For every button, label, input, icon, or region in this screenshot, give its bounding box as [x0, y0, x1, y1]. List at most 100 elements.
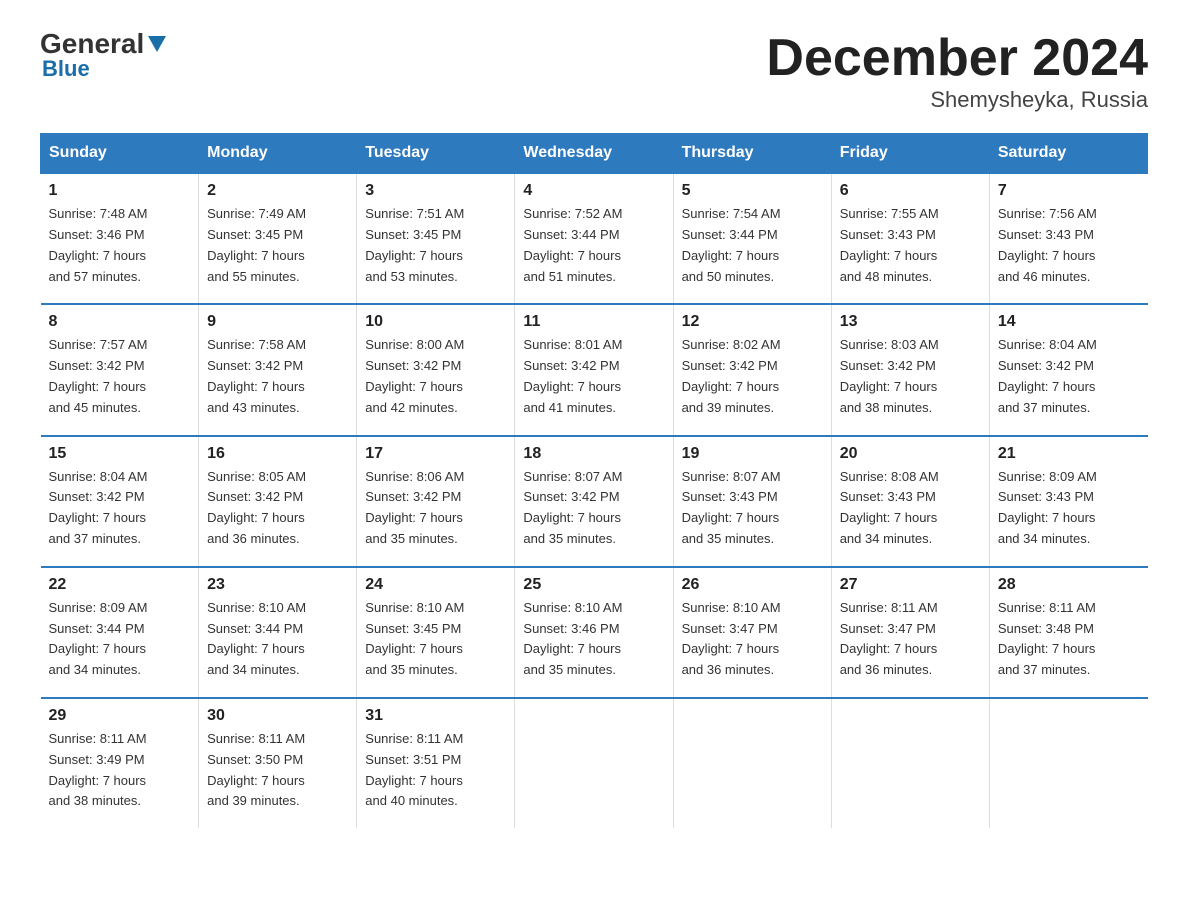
- table-row: 14 Sunrise: 8:04 AMSunset: 3:42 PMDayligh…: [989, 304, 1147, 435]
- table-row: 1 Sunrise: 7:48 AMSunset: 3:46 PMDaylight…: [41, 173, 199, 304]
- day-number: 31: [365, 707, 506, 725]
- table-row: 26Sunrise: 8:10 AMSunset: 3:47 PMDayligh…: [673, 567, 831, 698]
- table-row: 20 Sunrise: 8:08 AMSunset: 3:43 PMDayligh…: [831, 436, 989, 567]
- day-number: 5: [682, 182, 823, 200]
- day-info: Sunrise: 8:05 AMSunset: 3:42 PMDaylight:…: [207, 467, 348, 550]
- table-row: 21Sunrise: 8:09 AMSunset: 3:43 PMDayligh…: [989, 436, 1147, 567]
- day-number: 1: [49, 182, 191, 200]
- title-block: December 2024 Shemysheyka, Russia: [766, 30, 1148, 113]
- day-number: 3: [365, 182, 506, 200]
- day-info: Sunrise: 8:07 AMSunset: 3:42 PMDaylight:…: [523, 467, 664, 550]
- col-friday: Friday: [831, 134, 989, 174]
- day-info: Sunrise: 8:00 AMSunset: 3:42 PMDaylight:…: [365, 335, 506, 418]
- col-saturday: Saturday: [989, 134, 1147, 174]
- day-number: 17: [365, 445, 506, 463]
- logo: General Blue: [40, 30, 168, 82]
- day-info: Sunrise: 8:10 AMSunset: 3:44 PMDaylight:…: [207, 598, 348, 681]
- day-number: 28: [998, 576, 1140, 594]
- day-number: 27: [840, 576, 981, 594]
- day-info: Sunrise: 8:03 AMSunset: 3:42 PMDaylight:…: [840, 335, 981, 418]
- day-number: 13: [840, 313, 981, 331]
- table-row: 8 Sunrise: 7:57 AMSunset: 3:42 PMDaylight…: [41, 304, 199, 435]
- table-row: 17 Sunrise: 8:06 AMSunset: 3:42 PMDayligh…: [357, 436, 515, 567]
- table-row: 28Sunrise: 8:11 AMSunset: 3:48 PMDayligh…: [989, 567, 1147, 698]
- day-number: 16: [207, 445, 348, 463]
- day-number: 22: [49, 576, 191, 594]
- day-number: 14: [998, 313, 1140, 331]
- table-row: 3 Sunrise: 7:51 AMSunset: 3:45 PMDaylight…: [357, 173, 515, 304]
- day-info: Sunrise: 8:11 AMSunset: 3:50 PMDaylight:…: [207, 729, 348, 812]
- day-info: Sunrise: 8:02 AMSunset: 3:42 PMDaylight:…: [682, 335, 823, 418]
- day-info: Sunrise: 7:54 AMSunset: 3:44 PMDaylight:…: [682, 204, 823, 287]
- day-info: Sunrise: 8:06 AMSunset: 3:42 PMDaylight:…: [365, 467, 506, 550]
- day-number: 9: [207, 313, 348, 331]
- day-info: Sunrise: 8:07 AMSunset: 3:43 PMDaylight:…: [682, 467, 823, 550]
- calendar-week-row: 29 Sunrise: 8:11 AMSunset: 3:49 PMDayligh…: [41, 698, 1148, 828]
- table-row: 6Sunrise: 7:55 AMSunset: 3:43 PMDaylight…: [831, 173, 989, 304]
- table-row: 15Sunrise: 8:04 AMSunset: 3:42 PMDayligh…: [41, 436, 199, 567]
- logo-arrow-icon: [146, 34, 168, 56]
- calendar-header-row: Sunday Monday Tuesday Wednesday Thursday…: [41, 134, 1148, 174]
- table-row: 7Sunrise: 7:56 AMSunset: 3:43 PMDaylight…: [989, 173, 1147, 304]
- table-row: 12 Sunrise: 8:02 AMSunset: 3:42 PMDayligh…: [673, 304, 831, 435]
- day-info: Sunrise: 8:10 AMSunset: 3:45 PMDaylight:…: [365, 598, 506, 681]
- table-row: 11Sunrise: 8:01 AMSunset: 3:42 PMDayligh…: [515, 304, 673, 435]
- table-row: 31 Sunrise: 8:11 AMSunset: 3:51 PMDayligh…: [357, 698, 515, 828]
- day-info: Sunrise: 8:08 AMSunset: 3:43 PMDaylight:…: [840, 467, 981, 550]
- table-row: 18 Sunrise: 8:07 AMSunset: 3:42 PMDayligh…: [515, 436, 673, 567]
- day-number: 23: [207, 576, 348, 594]
- table-row: 19 Sunrise: 8:07 AMSunset: 3:43 PMDayligh…: [673, 436, 831, 567]
- day-number: 12: [682, 313, 823, 331]
- day-number: 10: [365, 313, 506, 331]
- table-row: 29 Sunrise: 8:11 AMSunset: 3:49 PMDayligh…: [41, 698, 199, 828]
- day-info: Sunrise: 8:04 AMSunset: 3:42 PMDaylight:…: [49, 467, 191, 550]
- col-wednesday: Wednesday: [515, 134, 673, 174]
- day-info: Sunrise: 7:48 AMSunset: 3:46 PMDaylight:…: [49, 204, 191, 287]
- table-row: 13 Sunrise: 8:03 AMSunset: 3:42 PMDayligh…: [831, 304, 989, 435]
- day-info: Sunrise: 7:51 AMSunset: 3:45 PMDaylight:…: [365, 204, 506, 287]
- day-info: Sunrise: 8:11 AMSunset: 3:49 PMDaylight:…: [49, 729, 191, 812]
- table-row: 10 Sunrise: 8:00 AMSunset: 3:42 PMDayligh…: [357, 304, 515, 435]
- day-number: 20: [840, 445, 981, 463]
- day-number: 25: [523, 576, 664, 594]
- calendar-table: Sunday Monday Tuesday Wednesday Thursday…: [40, 133, 1148, 828]
- col-thursday: Thursday: [673, 134, 831, 174]
- day-info: Sunrise: 7:52 AMSunset: 3:44 PMDaylight:…: [523, 204, 664, 287]
- logo-general: General: [40, 30, 144, 58]
- day-number: 6: [840, 182, 981, 200]
- table-row: [989, 698, 1147, 828]
- day-info: Sunrise: 8:04 AMSunset: 3:42 PMDaylight:…: [998, 335, 1140, 418]
- calendar-week-row: 8 Sunrise: 7:57 AMSunset: 3:42 PMDaylight…: [41, 304, 1148, 435]
- day-number: 8: [49, 313, 191, 331]
- day-number: 30: [207, 707, 348, 725]
- day-number: 29: [49, 707, 191, 725]
- col-sunday: Sunday: [41, 134, 199, 174]
- day-info: Sunrise: 8:11 AMSunset: 3:51 PMDaylight:…: [365, 729, 506, 812]
- calendar-week-row: 15Sunrise: 8:04 AMSunset: 3:42 PMDayligh…: [41, 436, 1148, 567]
- table-row: 4 Sunrise: 7:52 AMSunset: 3:44 PMDaylight…: [515, 173, 673, 304]
- day-info: Sunrise: 8:11 AMSunset: 3:47 PMDaylight:…: [840, 598, 981, 681]
- day-number: 2: [207, 182, 348, 200]
- day-info: Sunrise: 7:57 AMSunset: 3:42 PMDaylight:…: [49, 335, 191, 418]
- day-number: 24: [365, 576, 506, 594]
- table-row: 9 Sunrise: 7:58 AMSunset: 3:42 PMDaylight…: [199, 304, 357, 435]
- table-row: 22 Sunrise: 8:09 AMSunset: 3:44 PMDayligh…: [41, 567, 199, 698]
- table-row: [515, 698, 673, 828]
- page-title: December 2024: [766, 30, 1148, 87]
- page-subtitle: Shemysheyka, Russia: [766, 87, 1148, 113]
- table-row: 25Sunrise: 8:10 AMSunset: 3:46 PMDayligh…: [515, 567, 673, 698]
- col-monday: Monday: [199, 134, 357, 174]
- page-header: General Blue December 2024 Shemysheyka, …: [40, 30, 1148, 113]
- day-number: 11: [523, 313, 664, 331]
- day-number: 18: [523, 445, 664, 463]
- day-info: Sunrise: 8:09 AMSunset: 3:44 PMDaylight:…: [49, 598, 191, 681]
- day-number: 4: [523, 182, 664, 200]
- day-number: 19: [682, 445, 823, 463]
- table-row: [673, 698, 831, 828]
- table-row: 24 Sunrise: 8:10 AMSunset: 3:45 PMDayligh…: [357, 567, 515, 698]
- logo-blue: Blue: [40, 56, 90, 82]
- table-row: 16 Sunrise: 8:05 AMSunset: 3:42 PMDayligh…: [199, 436, 357, 567]
- col-tuesday: Tuesday: [357, 134, 515, 174]
- day-info: Sunrise: 7:58 AMSunset: 3:42 PMDaylight:…: [207, 335, 348, 418]
- day-number: 7: [998, 182, 1140, 200]
